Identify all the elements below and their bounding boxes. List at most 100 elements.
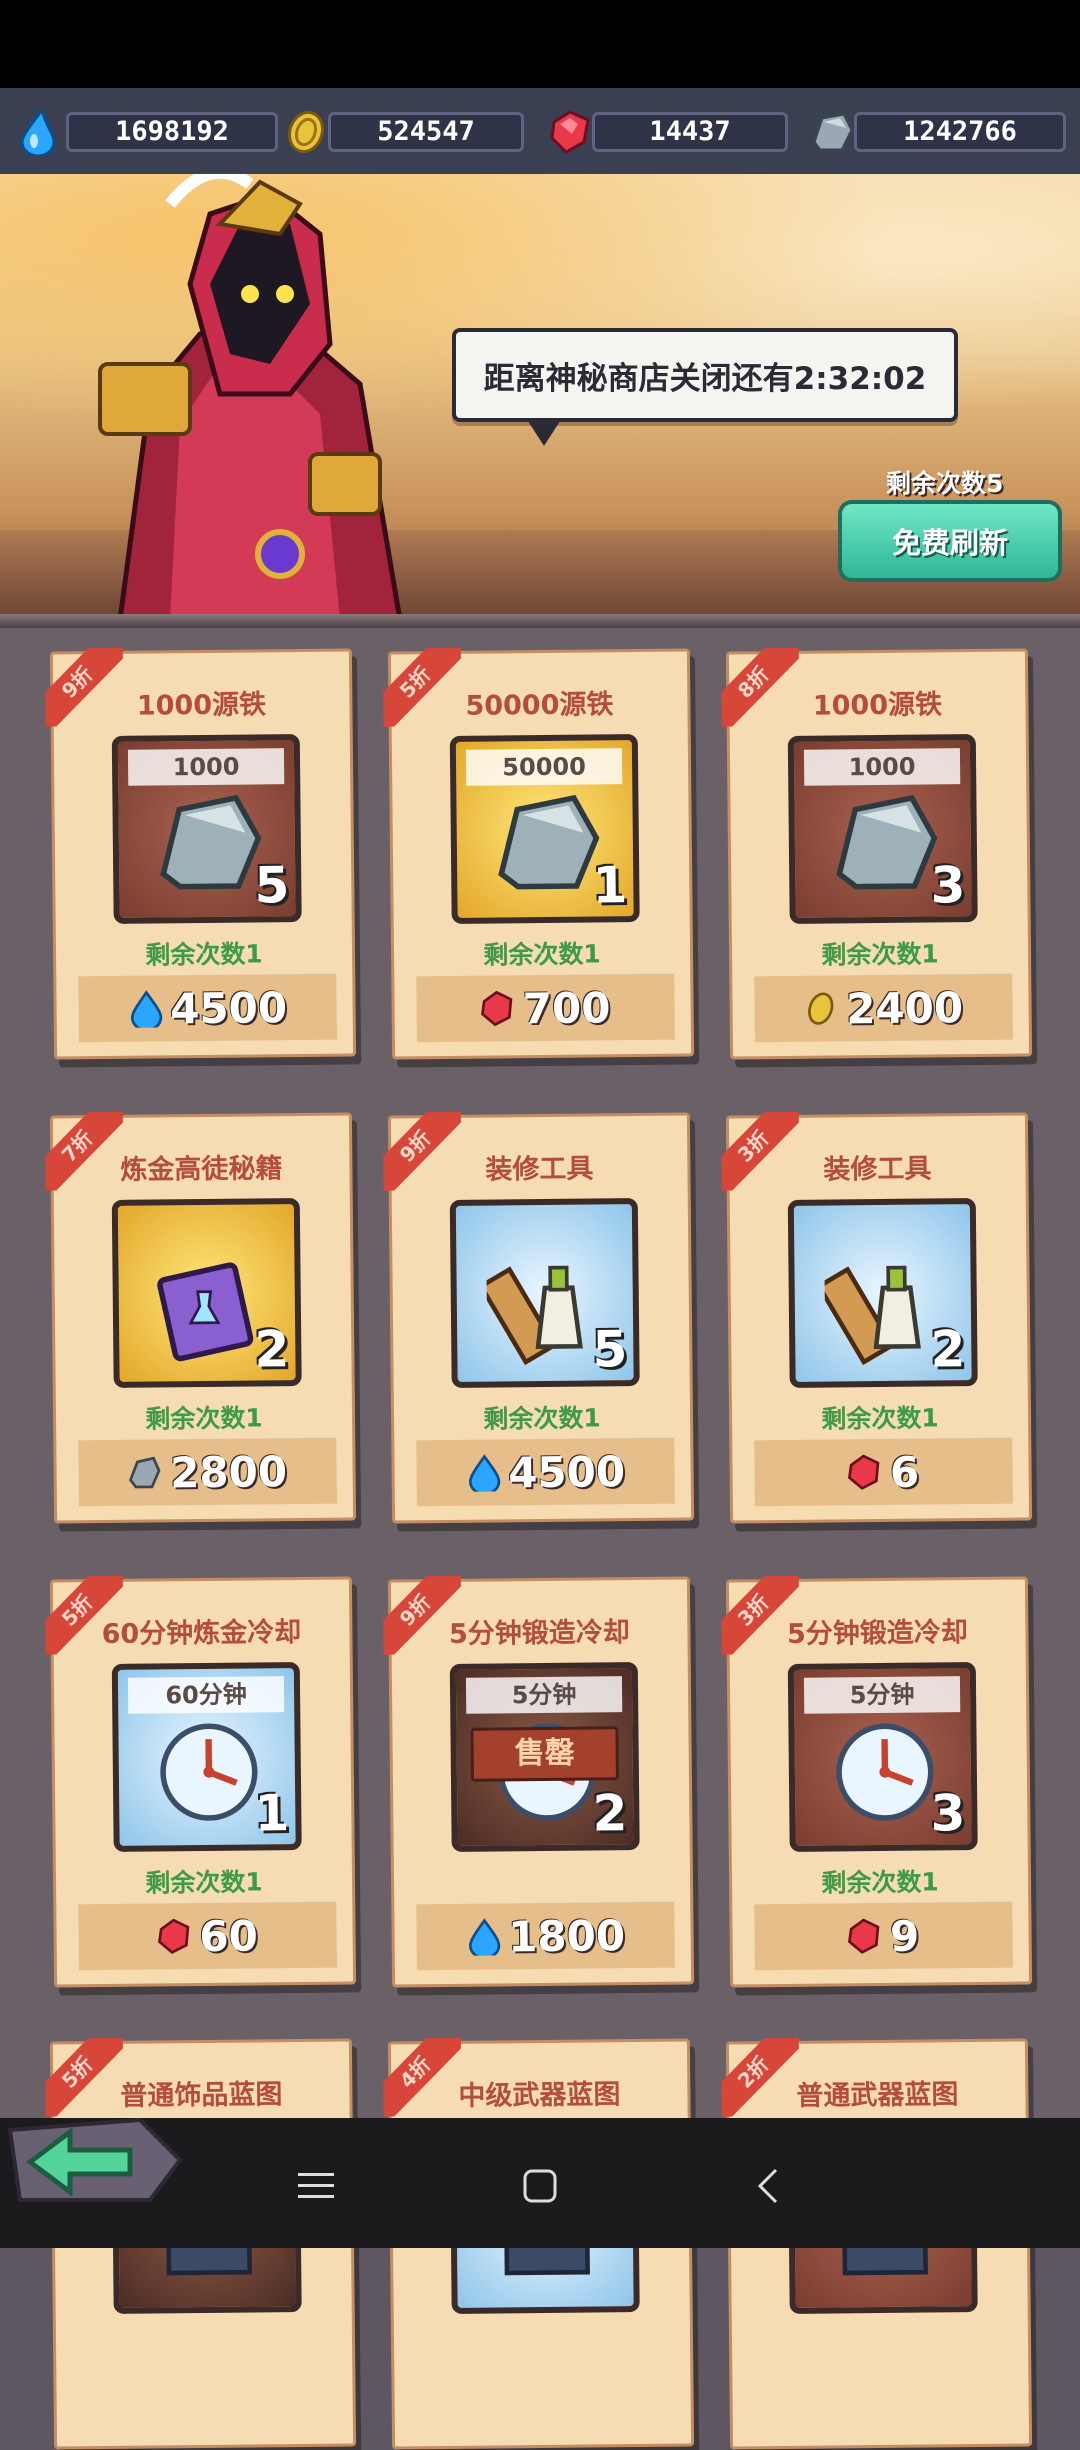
item-frame: 2 (788, 1198, 978, 1388)
item-frame: 1000 5 (112, 734, 302, 924)
shop-banner: 距离神秘商店关闭还有2:32:02 剩余次数5 免费刷新 (0, 174, 1080, 620)
menu-icon (298, 2171, 334, 2201)
discount-ribbon: 8折 (721, 648, 800, 727)
remaining-purchases: 剩余次数1 (732, 1861, 1028, 1900)
item-count: 2 (930, 1320, 965, 1378)
water-drop-icon (466, 1917, 500, 1955)
shop-item-card[interactable]: 3折装修工具2剩余次数16 (726, 1112, 1032, 1523)
item-count: 3 (930, 856, 965, 914)
shop-item-card[interactable]: 9折5分钟锻造冷却5分钟售罄21800 (388, 1576, 694, 1987)
price-value: 2800 (170, 1447, 287, 1497)
item-count: 5 (254, 856, 289, 914)
shop-item-card[interactable]: 8折1000源铁10003剩余次数12400 (726, 648, 1032, 1059)
resource-bar: 1698192 524547 14437 1242766 (0, 88, 1080, 174)
iron-ore-icon (824, 790, 945, 901)
price-button[interactable]: 6 (754, 1438, 1013, 1507)
spellbook-icon (148, 1254, 269, 1365)
iron-ore-icon (808, 108, 856, 156)
water-drop-icon (128, 989, 162, 1027)
recent-apps-button[interactable] (288, 2158, 344, 2214)
back-chevron-icon (756, 2168, 780, 2204)
item-count: 1 (254, 1784, 289, 1842)
shop-item-card[interactable]: 7折炼金高徒秘籍2剩余次数12800 (50, 1112, 356, 1523)
item-count: 2 (592, 1784, 627, 1842)
iron-ore-icon (486, 790, 607, 901)
price-button[interactable]: 4500 (416, 1438, 675, 1507)
home-button[interactable] (512, 2158, 568, 2214)
red-gem-icon (481, 989, 515, 1027)
remaining-purchases: 剩余次数1 (394, 933, 690, 972)
remaining-purchases: 剩余次数1 (732, 1397, 1028, 1436)
item-quantity-label: 1000 (128, 748, 284, 786)
home-square-icon (523, 2169, 557, 2203)
item-quantity-label: 5分钟 (804, 1676, 960, 1714)
price-button[interactable]: 4500 (78, 974, 337, 1043)
item-count: 1 (592, 856, 627, 914)
discount-ribbon: 9折 (383, 1112, 462, 1191)
resource-water-value: 1698192 (66, 112, 278, 152)
gold-coin-icon (804, 989, 838, 1027)
item-count: 3 (930, 1784, 965, 1842)
item-frame: 10003 (788, 734, 978, 924)
shop-item-card[interactable]: 5折60分钟炼金冷却60分钟1剩余次数160 (50, 1576, 356, 1987)
resource-iron-value: 1242766 (854, 112, 1066, 152)
price-button[interactable]: 1800 (416, 1902, 675, 1971)
discount-ribbon: 3折 (721, 1576, 800, 1655)
clock-icon (824, 1718, 945, 1829)
free-refresh-button[interactable]: 免费刷新 (838, 500, 1062, 582)
item-quantity-label: 5分钟 (466, 1676, 622, 1714)
item-quantity-label: 60分钟 (128, 1676, 284, 1714)
repair-tools-icon (824, 1254, 945, 1365)
red-gem-icon (848, 1453, 882, 1491)
discount-label: 3折 (721, 1576, 800, 1655)
discount-label: 5折 (383, 648, 462, 727)
price-value: 2400 (846, 983, 963, 1033)
game-back-arrow-button[interactable] (0, 2100, 190, 2210)
price-value: 4500 (508, 1447, 625, 1497)
shop-item-card[interactable]: 9折装修工具5剩余次数14500 (388, 1112, 694, 1523)
item-count: 2 (254, 1320, 289, 1378)
item-frame: 2 (112, 1198, 302, 1388)
red-gem-icon (848, 1917, 882, 1955)
shop-grid: 9折1000源铁10005剩余次数145005折50000源铁500001剩余次… (0, 628, 1080, 2248)
sold-out-badge: 售罄 (470, 1726, 619, 1782)
item-quantity-label: 50000 (466, 748, 622, 786)
back-button[interactable] (740, 2158, 796, 2214)
water-drop-icon (466, 1453, 500, 1491)
shop-item-card[interactable]: 5折50000源铁500001剩余次数1700 (388, 648, 694, 1059)
discount-label: 9折 (45, 648, 124, 727)
shop-item-card[interactable]: 3折5分钟锻造冷却5分钟3剩余次数19 (726, 1576, 1032, 1987)
remaining-purchases: 剩余次数1 (56, 1397, 352, 1436)
price-button[interactable]: 9 (754, 1902, 1013, 1971)
item-frame: 50000 1 (450, 734, 640, 924)
red-gem-icon (157, 1917, 191, 1955)
repair-tools-icon (486, 1254, 607, 1365)
discount-label: 7折 (45, 1112, 124, 1191)
water-drop-icon (16, 108, 64, 156)
gold-coin-icon (282, 108, 330, 156)
price-value: 60 (199, 1911, 258, 1961)
discount-ribbon: 3折 (721, 1112, 800, 1191)
price-value: 700 (523, 983, 611, 1033)
discount-label: 5折 (45, 1576, 124, 1655)
shop-item-card[interactable]: 9折1000源铁10005剩余次数14500 (50, 648, 356, 1059)
price-button[interactable]: 60 (78, 1902, 337, 1971)
item-frame: 60分钟 1 (112, 1662, 302, 1852)
remaining-purchases: 剩余次数1 (732, 933, 1028, 972)
shop-timer-bubble: 距离神秘商店关闭还有2:32:02 (452, 328, 958, 422)
price-value: 9 (890, 1911, 920, 1960)
remaining-purchases: 剩余次数1 (56, 1861, 352, 1900)
item-frame: 5分钟售罄2 (450, 1662, 640, 1852)
iron-ore-icon (128, 1453, 162, 1491)
price-button[interactable]: 2800 (78, 1438, 337, 1507)
item-count: 5 (592, 1320, 627, 1378)
discount-ribbon: 7折 (45, 1112, 124, 1191)
discount-label: 4折 (383, 2038, 462, 2117)
price-button[interactable]: 2400 (754, 974, 1013, 1043)
remaining-purchases: 剩余次数1 (394, 1397, 690, 1436)
discount-label: 9折 (383, 1576, 462, 1655)
price-button[interactable]: 700 (416, 974, 675, 1043)
discount-label: 2折 (721, 2038, 800, 2117)
item-frame: 5 (450, 1198, 640, 1388)
discount-ribbon: 4折 (383, 2038, 462, 2117)
